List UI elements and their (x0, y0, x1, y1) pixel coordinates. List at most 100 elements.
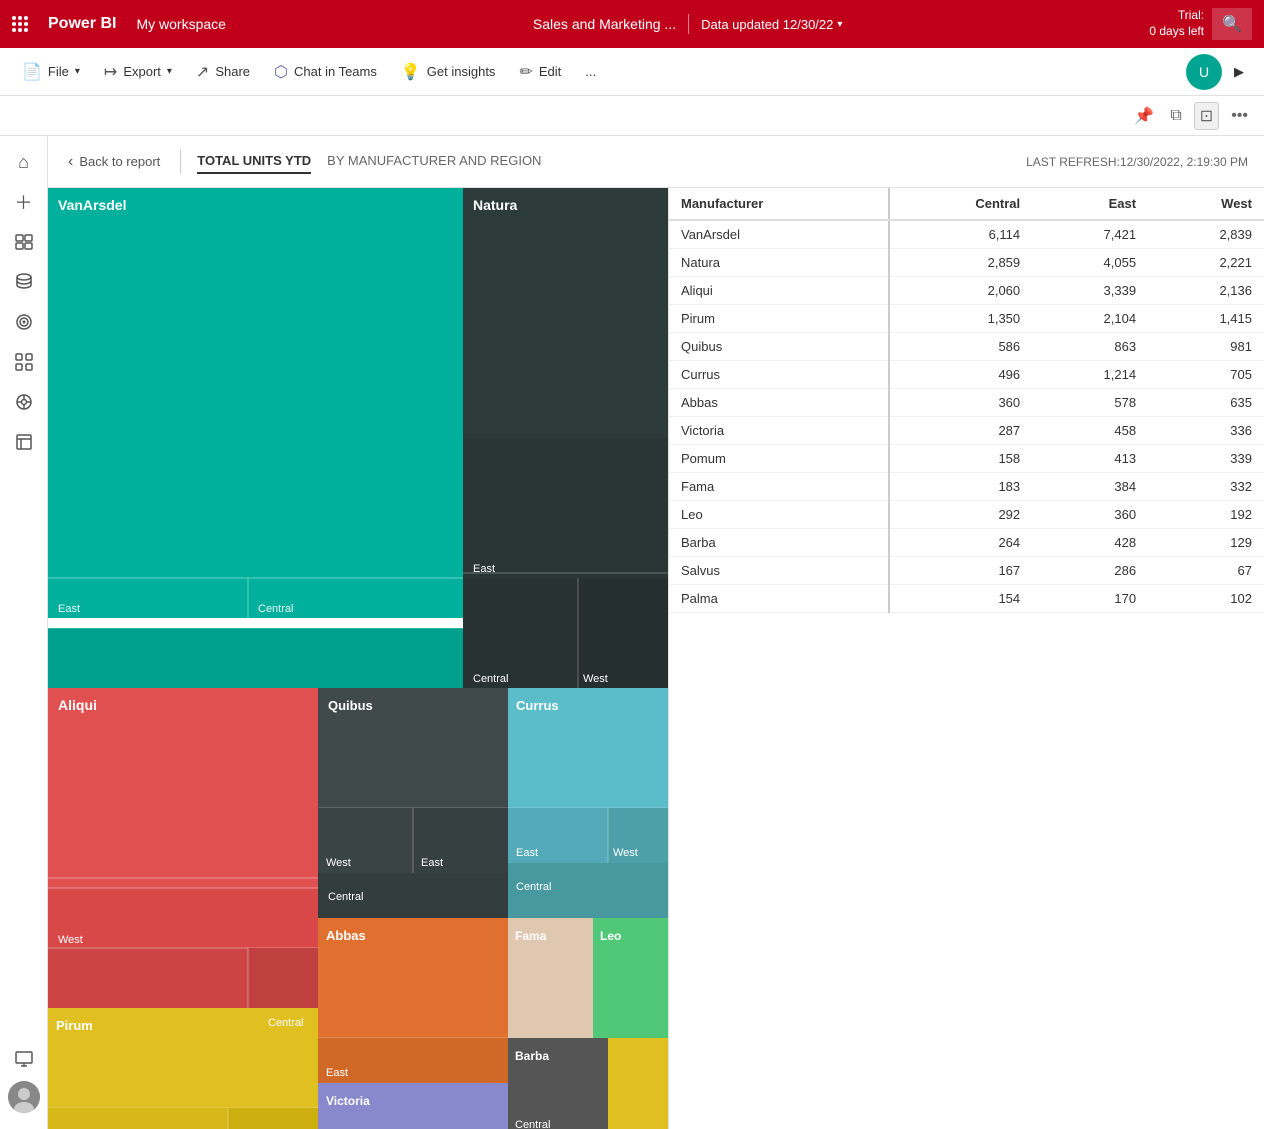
cell-central: 287 (889, 417, 1032, 445)
cell-manufacturer: Fama (669, 473, 889, 501)
cell-manufacturer: Aliqui (669, 277, 889, 305)
pin-icon[interactable]: 📌 (1130, 102, 1158, 130)
cell-west: 129 (1148, 529, 1264, 557)
table-row: VanArsdel 6,114 7,421 2,839 (669, 220, 1264, 249)
cell-west: 2,839 (1148, 220, 1264, 249)
svg-text:Central: Central (258, 603, 293, 615)
more-button[interactable]: ... (575, 58, 606, 85)
treemap-svg: VanArsdel East Central West Natura East (48, 188, 668, 1129)
cell-manufacturer: Currus (669, 361, 889, 389)
sidebar-item-apps[interactable] (6, 344, 42, 380)
cell-west: 192 (1148, 501, 1264, 529)
cell-east: 7,421 (1032, 220, 1148, 249)
data-updated-label[interactable]: Data updated 12/30/22 ▾ (701, 17, 842, 32)
export-chevron-icon: ▾ (167, 66, 172, 77)
cell-manufacturer: Barba (669, 529, 889, 557)
teams-icon: ⬡ (274, 62, 288, 82)
cell-east: 428 (1032, 529, 1148, 557)
cell-central: 2,060 (889, 277, 1032, 305)
toolbar: 📄 File ▾ ↦ Export ▾ ↗ Share ⬡ Chat in Te… (0, 48, 1264, 96)
cell-east: 360 (1032, 501, 1148, 529)
apps-grid-icon[interactable] (12, 16, 32, 32)
chevron-down-icon: ▾ (837, 19, 842, 30)
export-button[interactable]: ↦ Export ▾ (94, 56, 182, 88)
svg-text:West: West (58, 934, 83, 946)
cell-central: 496 (889, 361, 1032, 389)
cell-manufacturer: Leo (669, 501, 889, 529)
sidebar-item-home[interactable]: ⌂ (6, 144, 42, 180)
cell-west: 705 (1148, 361, 1264, 389)
file-chevron-icon: ▾ (75, 66, 80, 77)
share-button[interactable]: ↗ Share (186, 56, 260, 88)
col-header-east[interactable]: East (1032, 188, 1148, 220)
table-row: Abbas 360 578 635 (669, 389, 1264, 417)
focus-mode-icon[interactable]: ⊡ (1194, 102, 1219, 130)
page-tabs: TOTAL UNITS YTD BY MANUFACTURER AND REGI… (197, 149, 541, 174)
cell-west: 2,221 (1148, 249, 1264, 277)
chat-in-teams-button[interactable]: ⬡ Chat in Teams (264, 56, 387, 88)
col-header-central[interactable]: Central (889, 188, 1032, 220)
file-button[interactable]: 📄 File ▾ (12, 56, 90, 88)
edit-button[interactable]: ✏ Edit (509, 56, 571, 88)
cell-west: 102 (1148, 585, 1264, 613)
cell-west: 339 (1148, 445, 1264, 473)
sidebar-item-data[interactable] (6, 264, 42, 300)
table-row: Barba 264 428 129 (669, 529, 1264, 557)
search-button[interactable]: 🔍 (1212, 8, 1252, 40)
svg-text:East: East (421, 857, 443, 869)
duplicate-icon[interactable]: ⧉ (1166, 103, 1185, 129)
cell-east: 4,055 (1032, 249, 1148, 277)
user-avatar-sidebar[interactable] (8, 1081, 40, 1113)
svg-text:Central: Central (473, 673, 508, 685)
svg-text:VanArsdel: VanArsdel (58, 197, 126, 213)
viz-area: VanArsdel East Central West Natura East (48, 188, 1264, 1129)
sidebar-item-goals[interactable] (6, 304, 42, 340)
svg-text:East: East (326, 1067, 348, 1079)
panel-expand-button[interactable]: ▶ (1226, 60, 1252, 84)
cell-west: 1,415 (1148, 305, 1264, 333)
cell-east: 863 (1032, 333, 1148, 361)
cell-manufacturer: Salvus (669, 557, 889, 585)
treemap-container[interactable]: VanArsdel East Central West Natura East (48, 188, 668, 1129)
svg-text:Abbas: Abbas (326, 928, 366, 943)
content-area: ‹ Back to report TOTAL UNITS YTD BY MANU… (48, 136, 1264, 1129)
sidebar-item-monitor[interactable] (6, 1041, 42, 1077)
cell-manufacturer: VanArsdel (669, 220, 889, 249)
cell-manufacturer: Natura (669, 249, 889, 277)
cell-west: 2,136 (1148, 277, 1264, 305)
cell-west: 332 (1148, 473, 1264, 501)
more-options-icon[interactable]: ••• (1227, 103, 1252, 129)
cell-east: 458 (1032, 417, 1148, 445)
svg-text:Barba: Barba (515, 1049, 549, 1063)
svg-text:Central: Central (268, 1017, 303, 1029)
back-to-report-button[interactable]: ‹ Back to report (64, 149, 164, 175)
sidebar-item-browse[interactable] (6, 224, 42, 260)
sidebar-item-create[interactable]: ＋ (6, 184, 42, 220)
tab-by-manufacturer[interactable]: BY MANUFACTURER AND REGION (327, 149, 541, 174)
last-refresh-label: LAST REFRESH:12/30/2022, 2:19:30 PM (1026, 155, 1248, 169)
table-row: Pirum 1,350 2,104 1,415 (669, 305, 1264, 333)
svg-text:Currus: Currus (516, 698, 559, 713)
col-header-manufacturer[interactable]: Manufacturer (669, 188, 889, 220)
sidebar-item-hub[interactable] (6, 424, 42, 460)
svg-text:Leo: Leo (600, 929, 621, 943)
report-title[interactable]: Sales and Marketing ... (533, 16, 676, 32)
sidebar-item-learn[interactable] (6, 384, 42, 420)
get-insights-button[interactable]: 💡 Get insights (391, 56, 506, 88)
table-header-row: Manufacturer Central East West (669, 188, 1264, 220)
cell-central: 183 (889, 473, 1032, 501)
cell-east: 170 (1032, 585, 1148, 613)
data-table: Manufacturer Central East West VanArsdel… (669, 188, 1264, 613)
user-avatar[interactable]: U (1186, 54, 1222, 90)
edit-icon: ✏ (519, 62, 532, 82)
svg-text:Fama: Fama (515, 929, 547, 943)
cell-central: 292 (889, 501, 1032, 529)
workspace-label[interactable]: My workspace (136, 16, 225, 32)
page-header: ‹ Back to report TOTAL UNITS YTD BY MANU… (48, 136, 1264, 188)
col-header-west[interactable]: West (1148, 188, 1264, 220)
export-icon: ↦ (104, 62, 117, 82)
tab-total-units-ytd[interactable]: TOTAL UNITS YTD (197, 149, 311, 174)
cell-central: 264 (889, 529, 1032, 557)
cell-manufacturer: Palma (669, 585, 889, 613)
svg-text:West: West (583, 673, 608, 685)
